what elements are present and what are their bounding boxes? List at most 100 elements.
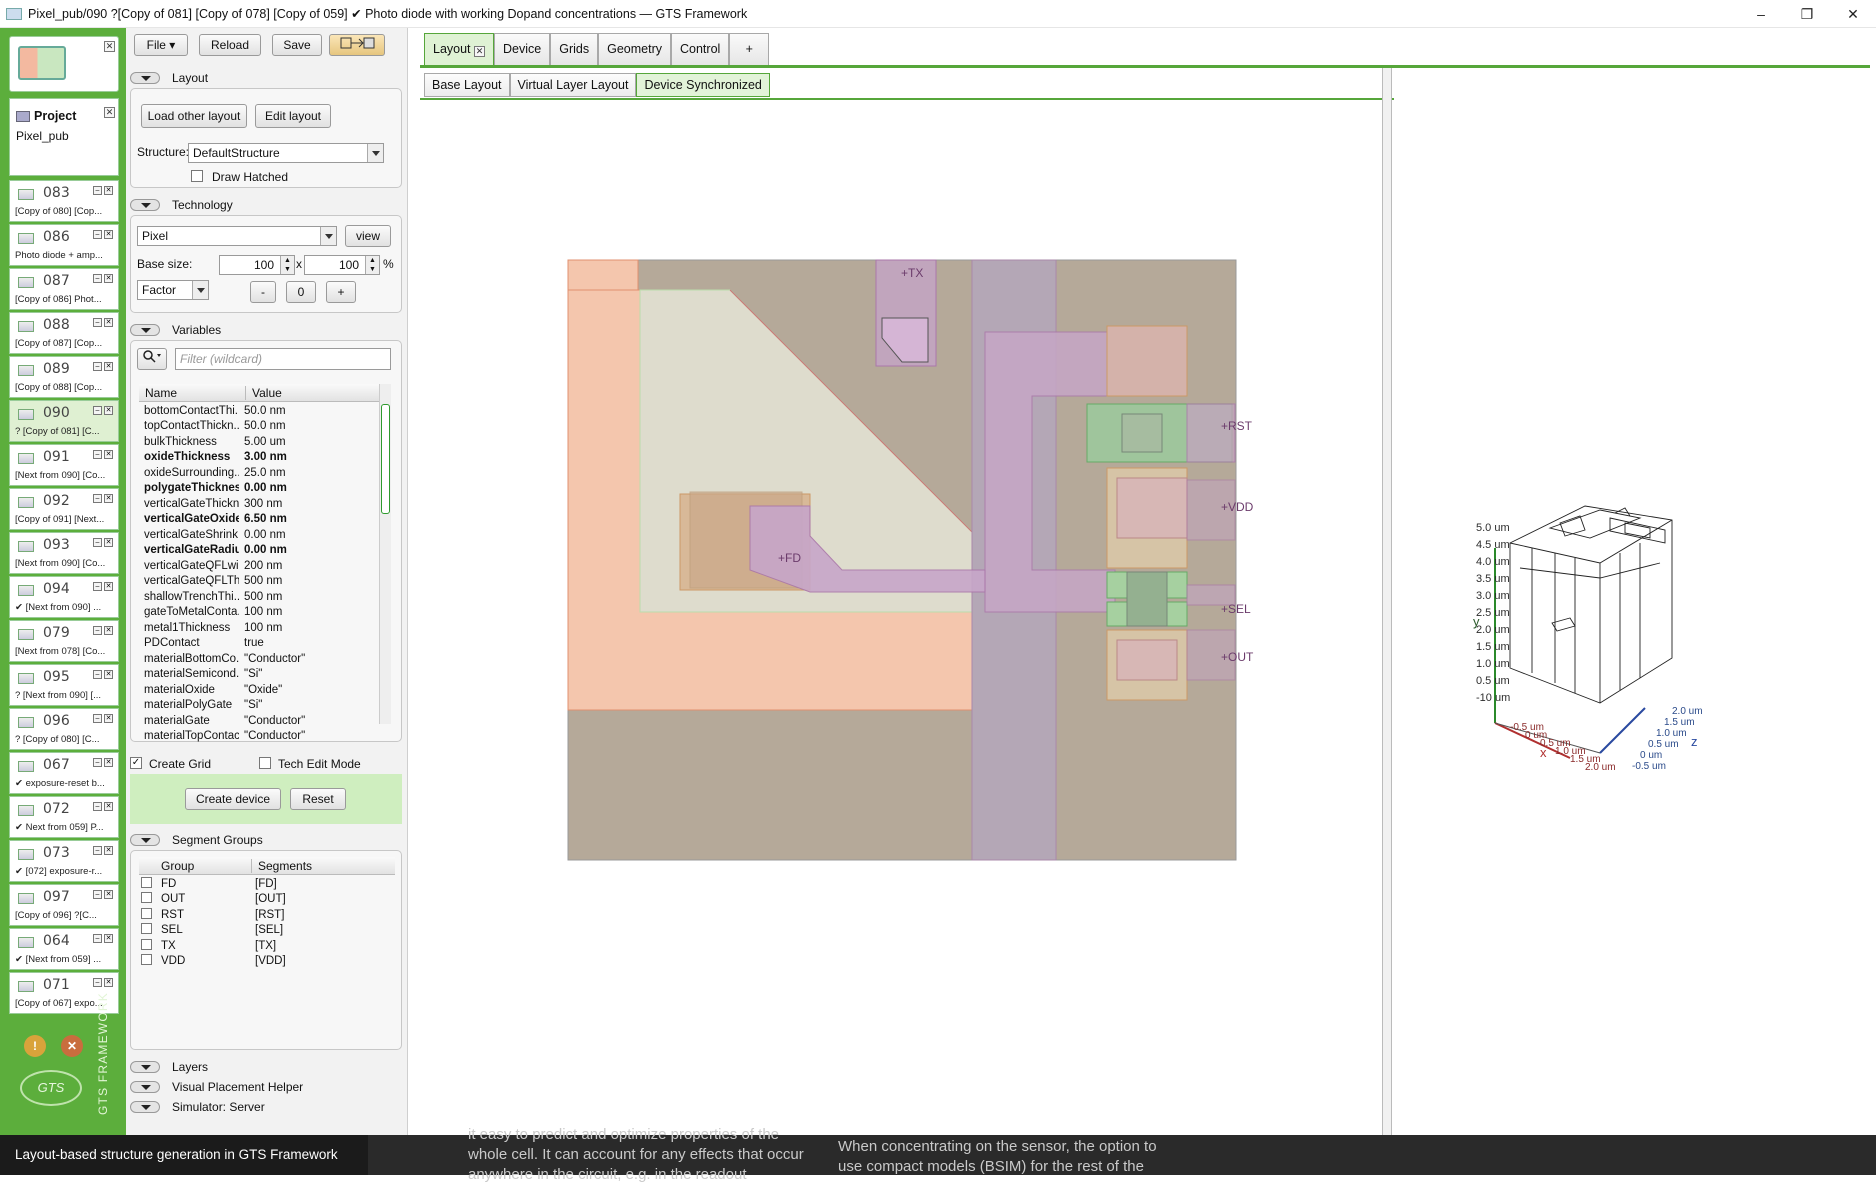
layout-canvas[interactable] <box>410 100 1382 1140</box>
project-item[interactable]: 086 – ✕ Photo diode + amp... <box>9 224 119 266</box>
table-row[interactable]: verticalGateShrink 0.00 nm <box>139 527 379 543</box>
variable-value[interactable]: "Oxide" <box>239 682 379 698</box>
sel-label[interactable]: +SEL <box>1221 602 1251 616</box>
project-item[interactable]: 096 – ✕ ? [Copy of 080] [C... <box>9 708 119 750</box>
segment-checkbox[interactable] <box>141 923 152 935</box>
variable-value[interactable]: 500 nm <box>239 589 379 605</box>
minimize-icon[interactable]: – <box>93 274 102 283</box>
table-row[interactable]: topContactThickn... 50.0 nm <box>139 419 379 435</box>
error-icon[interactable]: ✕ <box>61 1035 83 1057</box>
scroll-thumb[interactable] <box>381 404 390 514</box>
simulator-section-header[interactable]: Simulator: Server <box>130 1098 265 1116</box>
segment-groups-header[interactable]: Segment Groups <box>130 831 263 849</box>
close-icon[interactable]: ✕ <box>104 230 113 239</box>
export-button[interactable] <box>329 34 385 56</box>
variable-value[interactable]: 300 nm <box>239 496 379 512</box>
layout-section-header[interactable]: Layout <box>130 69 208 87</box>
table-row[interactable]: bottomContactThi... 50.0 nm <box>139 403 379 419</box>
variable-value[interactable]: 5.00 um <box>239 434 379 450</box>
col-value-header[interactable]: Value <box>245 386 282 400</box>
minimize-button[interactable]: – <box>1738 0 1784 28</box>
table-row[interactable]: PDContact true <box>139 636 379 652</box>
project-item[interactable]: 091 – ✕ [Next from 090] [Co... <box>9 444 119 486</box>
maximize-button[interactable]: ❐ <box>1784 0 1830 28</box>
minimize-icon[interactable]: – <box>93 758 102 767</box>
tab-control[interactable]: Control <box>671 33 730 65</box>
minimize-icon[interactable]: – <box>93 714 102 723</box>
variable-value[interactable]: "Conductor" <box>239 713 379 729</box>
minimize-icon[interactable]: – <box>93 230 102 239</box>
visual-placement-header[interactable]: Visual Placement Helper <box>130 1078 303 1096</box>
minimize-icon[interactable]: – <box>93 538 102 547</box>
variable-value[interactable]: "Si" <box>239 667 379 683</box>
table-row[interactable]: OUT [OUT] <box>141 892 391 908</box>
tab-geometry[interactable]: Geometry <box>598 33 671 65</box>
table-row[interactable]: VDD [VDD] <box>141 954 391 970</box>
load-other-layout-button[interactable]: Load other layout <box>141 104 247 128</box>
tx-label[interactable]: +TX <box>901 266 923 280</box>
project-item[interactable]: 089 – ✕ [Copy of 088] [Cop... <box>9 356 119 398</box>
zoom-minus-button[interactable]: - <box>250 281 276 303</box>
minimize-icon[interactable]: – <box>93 318 102 327</box>
table-row[interactable]: RST [RST] <box>141 907 391 923</box>
fd-label[interactable]: +FD <box>778 551 801 565</box>
project-item[interactable]: 097 – ✕ [Copy of 096] ?[C... <box>9 884 119 926</box>
project-item[interactable]: 088 – ✕ [Copy of 087] [Cop... <box>9 312 119 354</box>
table-row[interactable]: polygateThickness 0.00 nm <box>139 481 379 497</box>
minimize-icon[interactable]: – <box>93 582 102 591</box>
add-tab-button[interactable]: + <box>729 33 770 65</box>
minimize-icon[interactable]: – <box>93 450 102 459</box>
minimize-icon[interactable]: – <box>93 802 102 811</box>
variable-value[interactable]: 0.00 nm <box>239 543 379 559</box>
structure-select[interactable]: DefaultStructure <box>188 143 384 163</box>
project-panel[interactable]: Project Pixel_pub ✕ <box>9 98 119 176</box>
rst-label[interactable]: +RST <box>1221 419 1252 433</box>
project-item[interactable]: 094 – ✕ ✔ [Next from 090] ... <box>9 576 119 618</box>
project-item[interactable]: 093 – ✕ [Next from 090] [Co... <box>9 532 119 574</box>
zoom-plus-button[interactable]: + <box>326 281 356 303</box>
close-icon[interactable]: ✕ <box>104 626 113 635</box>
project-item[interactable]: 064 – ✕ ✔ [Next from 059] ... <box>9 928 119 970</box>
tab-layout[interactable]: Layout ✕ <box>424 33 495 65</box>
minimize-icon[interactable]: – <box>93 846 102 855</box>
warning-icon[interactable]: ! <box>24 1035 46 1057</box>
project-item[interactable]: 083 – ✕ [Copy of 080] [Cop... <box>9 180 119 222</box>
minimize-icon[interactable]: – <box>93 670 102 679</box>
project-item[interactable]: 092 – ✕ [Copy of 091] [Next... <box>9 488 119 530</box>
project-item[interactable]: 095 – ✕ ? [Next from 090] [... <box>9 664 119 706</box>
edit-layout-button[interactable]: Edit layout <box>255 104 331 128</box>
close-icon[interactable]: ✕ <box>104 362 113 371</box>
view-technology-button[interactable]: view <box>345 225 391 247</box>
layout-thumbnail[interactable]: ✕ <box>9 36 119 92</box>
minimize-icon[interactable]: – <box>93 934 102 943</box>
minimize-icon[interactable]: – <box>93 362 102 371</box>
close-icon[interactable]: ✕ <box>474 46 486 57</box>
table-row[interactable]: metal1Thickness 100 nm <box>139 620 379 636</box>
close-icon[interactable]: ✕ <box>104 582 113 591</box>
variable-value[interactable]: 50.0 nm <box>239 403 379 419</box>
close-icon[interactable]: ✕ <box>104 406 113 415</box>
table-row[interactable]: bulkThickness 5.00 um <box>139 434 379 450</box>
variable-value[interactable]: "Si" <box>239 698 379 714</box>
col-name-header[interactable]: Name <box>145 386 177 400</box>
project-item[interactable]: 073 – ✕ ✔ [072] exposure-r... <box>9 840 119 882</box>
table-row[interactable]: materialOxide "Oxide" <box>139 682 379 698</box>
file-menu-button[interactable]: File ▾ <box>134 34 188 56</box>
search-mode-button[interactable] <box>137 348 167 370</box>
create-device-button[interactable]: Create device <box>185 788 281 810</box>
subtab-device-synchronized[interactable]: Device Synchronized <box>636 73 770 97</box>
close-icon[interactable]: ✕ <box>104 107 115 118</box>
table-row[interactable]: materialTopContact "Conductor" <box>139 729 379 745</box>
project-item[interactable]: 090 – ✕ ? [Copy of 081] [C... <box>9 400 119 442</box>
project-item[interactable]: 072 – ✕ ✔ Next from 059] P... <box>9 796 119 838</box>
variables-filter-input[interactable]: Filter (wildcard) <box>175 348 391 370</box>
base-size-y-input[interactable]: 100 ▲ ▼ <box>304 255 380 275</box>
base-size-x-input[interactable]: 100 ▲ ▼ <box>219 255 295 275</box>
close-icon[interactable]: ✕ <box>104 274 113 283</box>
layers-section-header[interactable]: Layers <box>130 1058 208 1076</box>
table-row[interactable]: oxideSurrounding... 25.0 nm <box>139 465 379 481</box>
subtab-base-layout[interactable]: Base Layout <box>424 73 510 97</box>
variable-value[interactable]: 3.00 nm <box>239 450 379 466</box>
minimize-icon[interactable]: – <box>93 186 102 195</box>
table-row[interactable]: verticalGateQFLTh...500 nm <box>139 574 379 590</box>
